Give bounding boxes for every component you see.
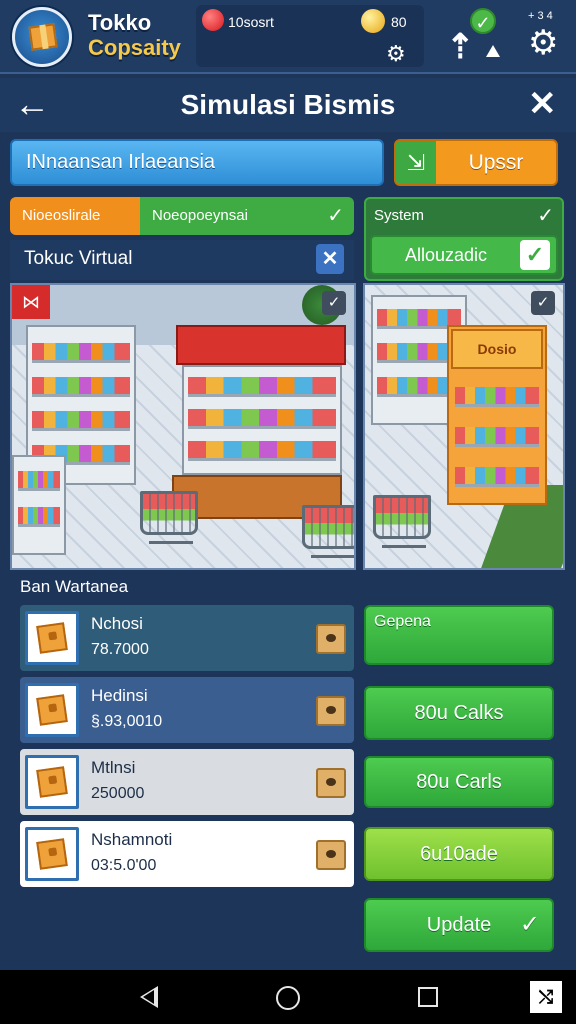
top-bar: Tokko Copsaity 10sosrt 80 ⚙ ✓ ⇡ + 3 4 ⚙ (0, 0, 576, 74)
package-icon[interactable] (316, 840, 346, 870)
virtual-store-row: Tokuc Virtual ✕ (10, 240, 354, 280)
item-name: Mtlnsi (91, 758, 136, 777)
app-logo[interactable] (12, 7, 72, 67)
action-button-3[interactable]: 80u Carls (364, 756, 554, 808)
store-scene-side[interactable]: Dosio ✓ (363, 283, 565, 570)
page-title: Simulasi Bismis (180, 89, 396, 120)
flag-icon[interactable]: ⋈ (12, 285, 50, 319)
box-icon (36, 838, 68, 870)
store-name-input[interactable]: INnaansan Irlaeansia (10, 139, 384, 186)
coin-count: 80 (391, 14, 407, 30)
tab-green-label: Noeopoeynsai (152, 207, 248, 224)
cart-icon (140, 491, 198, 544)
check-icon[interactable]: ✓ (322, 291, 346, 315)
screen-header: ← Simulasi Bismis ✕ (0, 78, 576, 132)
system-label: System (374, 207, 425, 224)
system-button-label: Allouzadic (404, 245, 488, 265)
edit-icon[interactable]: ✓ (531, 291, 555, 315)
upgrade-button[interactable]: ⇲ Upssr (394, 139, 558, 186)
status-text: + 3 4 (528, 10, 553, 22)
package-icon[interactable] (316, 696, 346, 726)
app-title: Tokko Copsaity (88, 10, 181, 60)
display-shelf (182, 365, 342, 475)
app-title-line2: Copsaity (88, 35, 181, 60)
update-button[interactable]: Update ✓ (364, 898, 554, 952)
inventory-row[interactable]: Nchosi 78.7000 (20, 605, 354, 671)
package-icon[interactable] (316, 624, 346, 654)
item-value: 78.7000 (91, 641, 149, 658)
tab-orange[interactable]: Nioeoslirale (10, 197, 140, 235)
screenshot-icon[interactable]: ⤭ (530, 981, 562, 1013)
inventory-row[interactable]: Nshamnoti 03:5.0'00 (20, 821, 354, 887)
gear-icon[interactable]: ⚙ (386, 41, 406, 67)
triangle-icon (486, 45, 500, 57)
top-right-controls: ✓ ⇡ + 3 4 ⚙ (440, 0, 576, 74)
settings-gear-icon[interactable]: ⚙ (528, 26, 558, 60)
resource-bar: 10sosrt 80 ⚙ (196, 5, 424, 67)
system-toggle-button[interactable]: Allouzadic ✓ (370, 235, 558, 275)
check-icon: ✓ (327, 205, 344, 227)
action-button-4[interactable]: 6u10ade (364, 827, 554, 881)
item-value: 03:5.0'00 (91, 857, 157, 874)
nav-home-icon[interactable] (276, 986, 300, 1010)
item-value: 250000 (91, 785, 145, 802)
close-icon[interactable]: ✕ (316, 244, 344, 274)
product-thumbnail (25, 611, 79, 665)
tab-green[interactable]: Noeopoeynsai ✓ (140, 197, 354, 235)
tab-row: Nioeoslirale Noeopoeynsai ✓ (10, 197, 354, 237)
box-icon (36, 694, 68, 726)
virtual-store-label: Tokuc Virtual (24, 248, 133, 269)
app-title-line1: Tokko (88, 10, 152, 35)
close-icon[interactable]: ✕ (528, 84, 557, 124)
cart-icon (302, 505, 354, 558)
inventory-row[interactable]: Hedinsi §.93,0010 (20, 677, 354, 743)
box-icon (36, 622, 68, 654)
store-scene-main[interactable]: ⋈ ✓ (10, 283, 356, 570)
product-thumbnail (25, 683, 79, 737)
action-button-2[interactable]: 80u Calks (364, 686, 554, 740)
action-button-1[interactable]: Gepena (364, 605, 554, 665)
item-name: Hedinsi (91, 686, 148, 705)
coin-icon (361, 9, 385, 33)
system-panel: System ✓ Allouzadic ✓ (364, 197, 564, 281)
nav-back-icon[interactable] (140, 986, 158, 1008)
check-icon: ✓ (537, 205, 554, 227)
check-icon: ✓ (519, 911, 540, 938)
booth-sign: Dosio (451, 329, 543, 369)
product-thumbnail (25, 827, 79, 881)
item-value: §.93,0010 (91, 713, 163, 730)
upgrade-icon: ⇲ (396, 141, 436, 184)
product-thumbnail (25, 755, 79, 809)
inventory-row[interactable]: Mtlnsi 250000 (20, 749, 354, 815)
level-up-icon[interactable]: ⇡ (446, 30, 475, 64)
gem-icon (202, 9, 224, 31)
nav-recent-icon[interactable] (418, 987, 438, 1007)
cart-icon (373, 495, 431, 548)
item-name: Nchosi (91, 614, 143, 633)
box-icon (36, 766, 68, 798)
package-icon[interactable] (316, 768, 346, 798)
upgrade-label: Upssr (468, 151, 524, 174)
counter-sign (176, 325, 346, 365)
update-label: Update (426, 914, 492, 936)
checkbox-icon[interactable]: ✓ (520, 240, 550, 270)
box-icon (28, 23, 58, 51)
system-nav-bar: ⤭ (0, 970, 576, 1024)
inventory-title: Ban Wartanea (20, 577, 129, 596)
shelf-small (12, 455, 66, 555)
item-name: Nshamnoti (91, 830, 173, 849)
gem-count: 10sosrt (228, 14, 274, 30)
